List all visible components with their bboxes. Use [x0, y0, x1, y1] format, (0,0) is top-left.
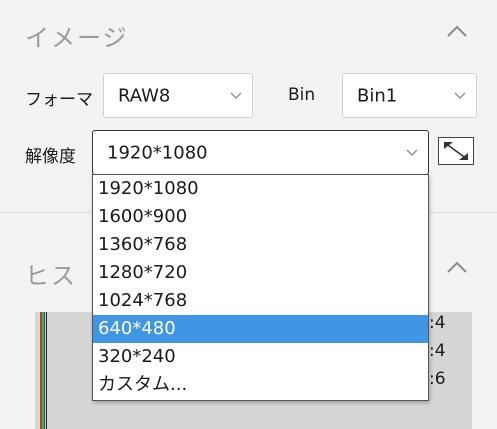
resolution-select[interactable]: 1920*1080	[92, 130, 429, 175]
format-value: RAW8	[118, 85, 171, 106]
histogram-section-title: ヒス	[25, 262, 77, 290]
resolution-option-highlighted[interactable]: 640*480	[93, 315, 428, 343]
collapse-histogram-section-icon[interactable]	[446, 260, 468, 274]
expand-icon	[444, 142, 468, 160]
bin-label: Bin	[288, 85, 316, 105]
chevron-down-icon	[230, 92, 242, 99]
resolution-label: 解像度	[25, 147, 76, 167]
format-label: フォーマ	[25, 90, 93, 110]
resolution-dropdown-list[interactable]: 1920*1080 1600*900 1360*768 1280*720 102…	[92, 174, 429, 401]
format-select[interactable]: RAW8	[103, 73, 253, 118]
resolution-option-custom[interactable]: カスタム...	[93, 371, 428, 399]
histogram-blue-channel	[44, 312, 45, 429]
resolution-option[interactable]: 1600*900	[93, 203, 428, 231]
histogram-luma-channel	[46, 312, 47, 429]
resolution-option[interactable]: 1920*1080	[93, 175, 428, 203]
histogram-stat-3: :6	[429, 369, 446, 389]
histogram-stat-1: :4	[429, 313, 446, 333]
resolution-option[interactable]: 1280*720	[93, 259, 428, 287]
bin-value: Bin1	[357, 85, 398, 106]
image-section-title: イメージ	[25, 24, 129, 52]
chevron-down-icon	[454, 92, 466, 99]
collapse-image-section-icon[interactable]	[446, 24, 468, 38]
bin-select[interactable]: Bin1	[342, 73, 477, 118]
fullscreen-button[interactable]	[438, 137, 474, 165]
resolution-option[interactable]: 1024*768	[93, 287, 428, 315]
histogram-stat-2: :4	[429, 341, 446, 361]
chevron-down-icon	[406, 149, 418, 156]
resolution-value: 1920*1080	[107, 142, 208, 163]
resolution-option[interactable]: 320*240	[93, 343, 428, 371]
resolution-option[interactable]: 1360*768	[93, 231, 428, 259]
